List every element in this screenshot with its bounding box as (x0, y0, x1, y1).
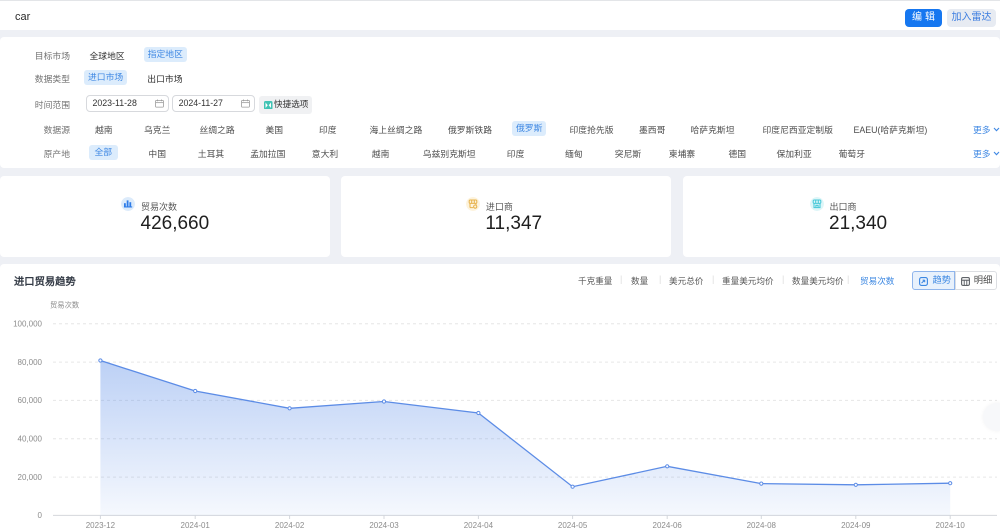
svg-text:40,000: 40,000 (18, 435, 43, 444)
svg-text:2024-06: 2024-06 (653, 521, 683, 530)
svg-text:100,000: 100,000 (13, 320, 42, 329)
svg-text:2024-01: 2024-01 (181, 521, 211, 530)
svg-text:2024-10: 2024-10 (936, 521, 966, 530)
svg-text:2024-03: 2024-03 (369, 521, 399, 530)
svg-text:2024-08: 2024-08 (747, 521, 777, 530)
svg-text:2023-12: 2023-12 (86, 521, 116, 530)
svg-text:2024-04: 2024-04 (464, 521, 494, 530)
svg-text:20,000: 20,000 (18, 473, 43, 482)
svg-text:0: 0 (38, 511, 43, 520)
svg-text:2024-09: 2024-09 (841, 521, 871, 530)
svg-text:2024-05: 2024-05 (558, 521, 588, 530)
svg-text:贸易次数: 贸易次数 (50, 301, 80, 310)
svg-text:80,000: 80,000 (18, 358, 43, 367)
svg-text:60,000: 60,000 (18, 396, 43, 405)
svg-text:2024-02: 2024-02 (275, 521, 305, 530)
